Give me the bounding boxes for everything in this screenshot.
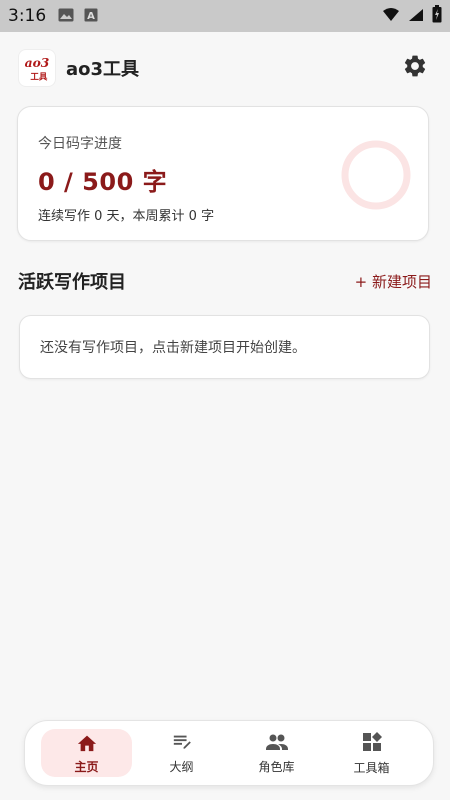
daily-progress-card: 今日码字进度 0 / 500 字 连续写作 0 天，本周累计 0 字 [17, 106, 429, 241]
nav-item-characters[interactable]: 角色库 [231, 729, 322, 777]
gear-icon [402, 53, 428, 83]
app-header: ao3 工具 ao3工具 [0, 32, 450, 104]
signal-icon [408, 7, 424, 26]
empty-projects-text: 还没有写作项目，点击新建项目开始创建。 [40, 340, 306, 356]
svg-text:ao3: ao3 [25, 55, 50, 70]
nav-item-outline[interactable]: 大纲 [136, 729, 227, 777]
projects-header: 活跃写作项目 + 新建项目 [18, 266, 432, 296]
new-project-button[interactable]: + 新建项目 [355, 271, 432, 292]
svg-text:A: A [87, 11, 95, 22]
nav-label-home: 主页 [74, 759, 99, 774]
empty-projects-card: 还没有写作项目，点击新建项目开始创建。 [19, 315, 430, 379]
nav-label-characters: 角色库 [258, 759, 295, 774]
app-logo: ao3 工具 [18, 49, 56, 87]
svg-text:工具: 工具 [30, 72, 48, 82]
status-time: 3:16 [8, 6, 47, 26]
nav-label-toolbox: 工具箱 [353, 760, 390, 775]
nav-item-home[interactable]: 主页 [41, 729, 132, 777]
progress-label: 今日码字进度 [38, 136, 122, 152]
toolbox-icon [361, 731, 383, 759]
outline-icon [171, 732, 193, 758]
status-left-icons: A [58, 7, 98, 26]
home-icon [76, 732, 98, 758]
font-a-icon: A [84, 7, 98, 26]
app-title: ao3工具 [66, 59, 140, 80]
progress-value: 0 / 500 字 [38, 168, 168, 196]
battery-icon [432, 5, 442, 27]
bottom-nav: 主页 大纲 角色库 工具箱 [24, 720, 434, 786]
progress-ring [341, 140, 411, 210]
status-right-icons [382, 5, 442, 27]
projects-title: 活跃写作项目 [18, 272, 126, 293]
settings-button[interactable] [398, 51, 432, 85]
nav-item-toolbox[interactable]: 工具箱 [326, 729, 417, 777]
wifi-icon [382, 7, 400, 26]
status-bar: 3:16 A [0, 0, 450, 32]
nav-label-outline: 大纲 [169, 759, 194, 774]
image-icon [58, 7, 74, 26]
progress-summary: 连续写作 0 天，本周累计 0 字 [38, 209, 215, 224]
people-icon [265, 732, 289, 758]
